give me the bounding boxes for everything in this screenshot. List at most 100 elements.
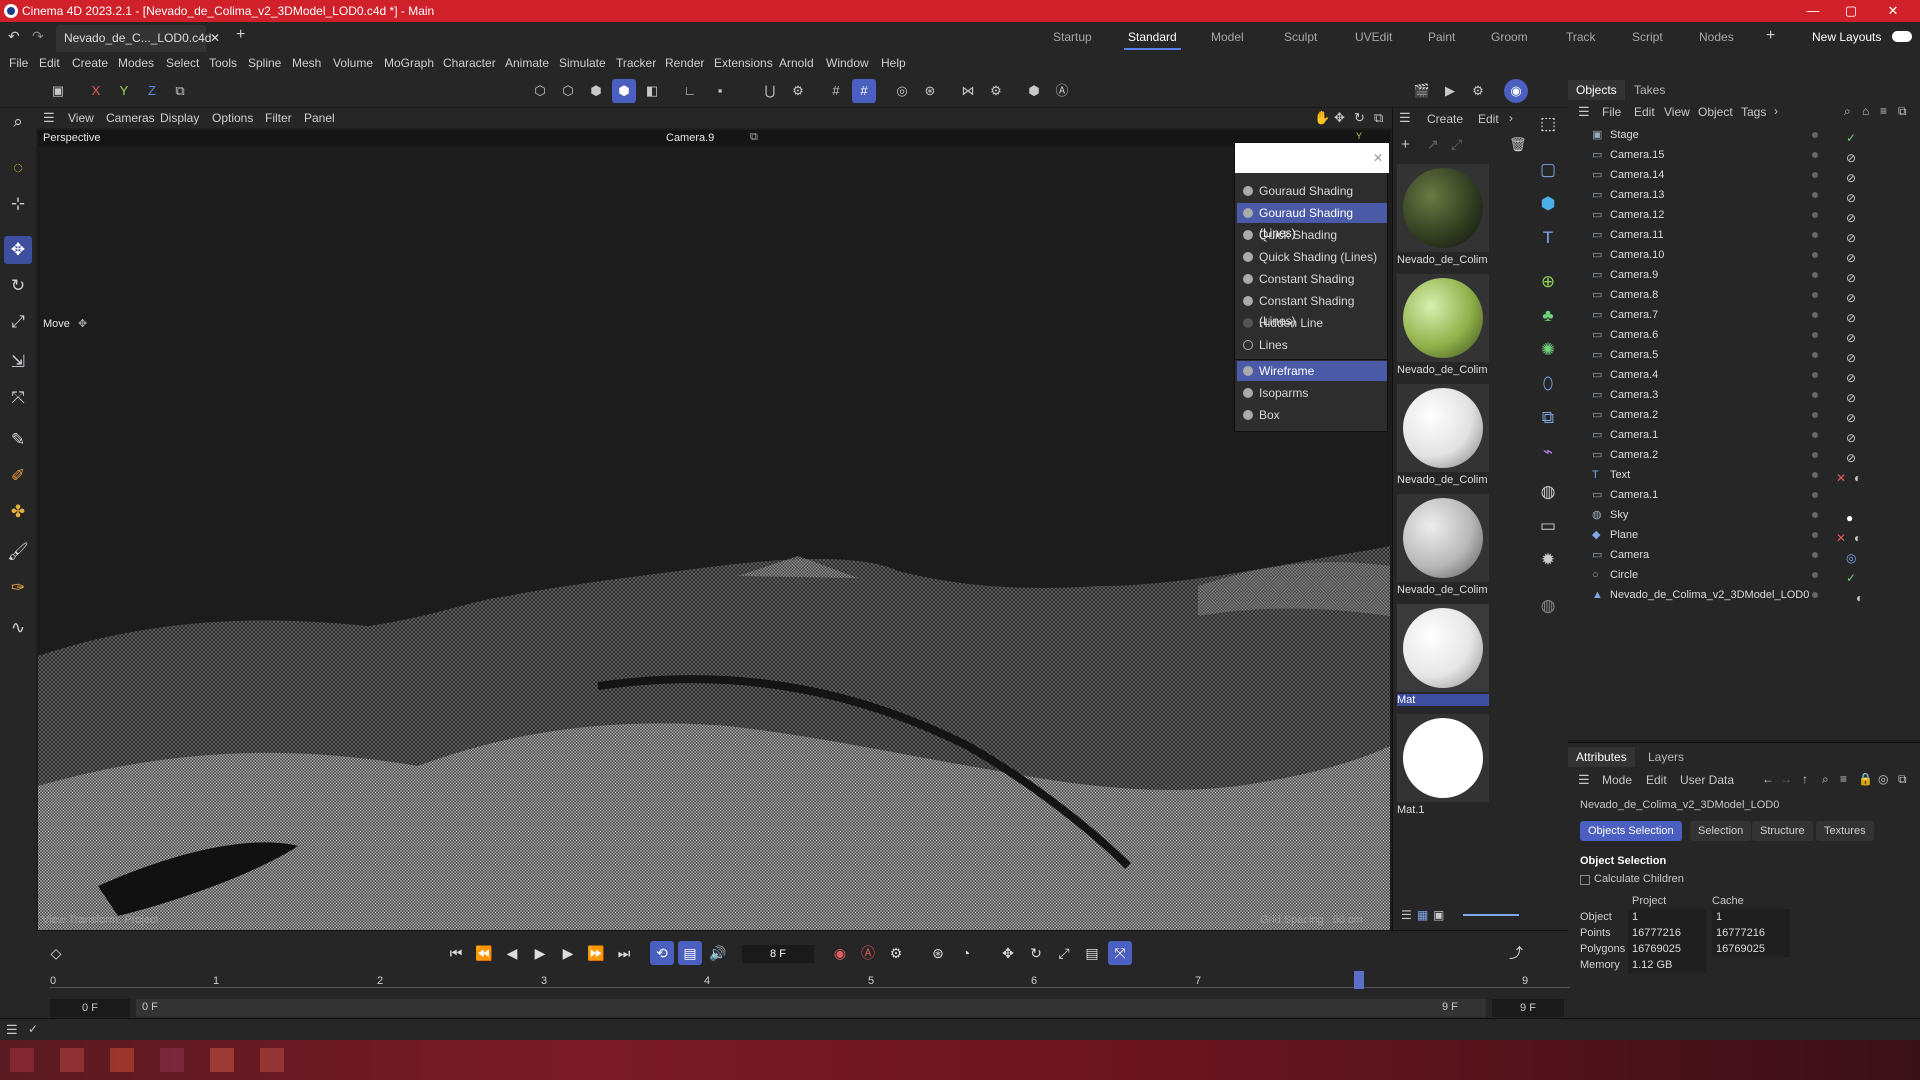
visibility-dot[interactable] bbox=[1812, 432, 1818, 438]
object-row-camera8[interactable]: ▭ Camera.8 ⊘ bbox=[1568, 285, 1920, 305]
shading-gouraud[interactable]: Gouraud Shading bbox=[1237, 181, 1387, 201]
tab-takes[interactable]: Takes bbox=[1626, 80, 1673, 100]
object-mode-icon[interactable]: ⬢ bbox=[612, 79, 636, 103]
uv-mode-icon[interactable]: ◧ bbox=[640, 79, 664, 103]
material-thumb-mat1[interactable] bbox=[1397, 714, 1489, 802]
coordinate-system-icon[interactable]: ⧉ bbox=[168, 79, 192, 103]
obj-menu-object[interactable]: Object bbox=[1698, 105, 1733, 119]
sound-icon[interactable]: 🔊 bbox=[706, 941, 730, 965]
object-search-icon[interactable]: ⌕ bbox=[1844, 104, 1851, 119]
menu-animate[interactable]: Animate bbox=[505, 56, 549, 70]
thumbnail-size-slider[interactable] bbox=[1463, 914, 1519, 916]
object-row-camera1b[interactable]: ▭ Camera.1 bbox=[1568, 485, 1920, 505]
attr-search-icon[interactable]: ⌕ bbox=[1822, 772, 1829, 787]
previous-key-icon[interactable]: ⏪ bbox=[472, 941, 496, 965]
object-menu-icon[interactable]: ☰ bbox=[1578, 104, 1590, 120]
calculate-children-checkbox[interactable] bbox=[1580, 875, 1590, 885]
lock-icon[interactable]: 🔒 bbox=[1858, 772, 1873, 786]
loop-icon[interactable]: ⟲ bbox=[650, 941, 674, 965]
object-row-camera1[interactable]: ▭ Camera.1 ⊘ bbox=[1568, 425, 1920, 445]
visibility-dot[interactable] bbox=[1812, 212, 1818, 218]
axis-z-button[interactable]: Z bbox=[140, 79, 164, 103]
object-row-plane[interactable]: ◆ Plane ✕ ◐ bbox=[1568, 525, 1920, 545]
menu-volume[interactable]: Volume bbox=[333, 56, 373, 70]
rotate-key-icon[interactable]: ↻ bbox=[1024, 941, 1048, 965]
layout-tab-track[interactable]: Track bbox=[1566, 30, 1596, 44]
visibility-dot[interactable] bbox=[1812, 532, 1818, 538]
close-icon[interactable]: ✕ bbox=[1870, 0, 1916, 22]
obj-menu-edit[interactable]: Edit bbox=[1634, 105, 1655, 119]
visibility-dot[interactable] bbox=[1812, 272, 1818, 278]
object-filter-icon[interactable]: ≡ bbox=[1880, 104, 1887, 118]
redo-icon[interactable]: ↷ bbox=[32, 28, 44, 45]
object-row-camera15[interactable]: ▭ Camera.15 ⊘ bbox=[1568, 145, 1920, 165]
object-row-camera5[interactable]: ▭ Camera.5 ⊘ bbox=[1568, 345, 1920, 365]
visibility-dot[interactable] bbox=[1812, 552, 1818, 558]
tab-attributes[interactable]: Attributes bbox=[1568, 747, 1635, 767]
shading-box[interactable]: Box bbox=[1237, 405, 1387, 425]
visibility-dot[interactable] bbox=[1812, 592, 1818, 598]
layout-tab-standard[interactable]: Standard bbox=[1124, 30, 1181, 50]
taskbar-app-icon[interactable] bbox=[260, 1048, 284, 1072]
null-object-icon[interactable]: ▢ bbox=[1534, 156, 1562, 184]
spline-smooth-icon[interactable]: ✐ bbox=[4, 462, 32, 490]
layout-tab-startup[interactable]: Startup bbox=[1053, 30, 1092, 44]
expand-menu-icon[interactable]: › bbox=[1509, 111, 1513, 125]
delete-material-icon[interactable]: 🗑 bbox=[1509, 136, 1527, 153]
menu-extensions[interactable]: Extensions bbox=[714, 56, 773, 70]
view-tool-icon[interactable]: ⬚ bbox=[1534, 110, 1562, 138]
visibility-dot[interactable] bbox=[1812, 332, 1818, 338]
material-thumb-1[interactable] bbox=[1397, 164, 1489, 252]
arnold-icon[interactable]: Ⓐ bbox=[1050, 79, 1074, 103]
end-frame-field[interactable]: 9 F bbox=[1492, 999, 1564, 1017]
viewport-menu-cameras[interactable]: Cameras bbox=[106, 111, 155, 125]
layout-tab-script[interactable]: Script bbox=[1632, 30, 1663, 44]
scale-tool-icon[interactable]: ⤢ bbox=[4, 308, 32, 336]
tab-layers[interactable]: Layers bbox=[1640, 747, 1692, 767]
list-view-icon[interactable]: ☰ bbox=[1401, 908, 1412, 922]
material-menu-edit[interactable]: Edit bbox=[1478, 112, 1499, 126]
start-frame-field[interactable]: 0 F bbox=[50, 999, 130, 1017]
object-row-stage[interactable]: ▣ Stage ✓ bbox=[1568, 125, 1920, 145]
up-arrow-icon[interactable]: ↑ bbox=[1802, 772, 1808, 786]
visibility-dot[interactable] bbox=[1812, 252, 1818, 258]
shading-constant[interactable]: Constant Shading bbox=[1237, 269, 1387, 289]
3d-viewport[interactable]: Perspective Camera.9 ⧉ Y Move ✥ View Tra… bbox=[38, 130, 1390, 930]
object-home-icon[interactable]: ⌂ bbox=[1862, 104, 1869, 118]
brush-icon[interactable]: 🖌 bbox=[4, 538, 32, 566]
visibility-dot[interactable] bbox=[1812, 492, 1818, 498]
fcurve-icon[interactable]: ⤴ bbox=[1504, 941, 1528, 965]
visibility-dot[interactable] bbox=[1812, 152, 1818, 158]
camera-link-icon[interactable]: ⧉ bbox=[750, 131, 758, 144]
forward-arrow-icon[interactable]: → bbox=[1780, 772, 1792, 786]
status-menu-icon[interactable]: ☰ bbox=[6, 1022, 18, 1038]
next-frame-icon[interactable]: ▶ bbox=[556, 941, 580, 965]
menu-mograph[interactable]: MoGraph bbox=[384, 56, 434, 70]
render-picture-viewer-icon[interactable]: ▶ bbox=[1438, 79, 1462, 103]
pla-key-icon[interactable]: ⤧ bbox=[1108, 941, 1132, 965]
shading-constant-lines[interactable]: Constant Shading (Lines) bbox=[1237, 291, 1387, 328]
pan-view-icon[interactable]: ✋ bbox=[1314, 110, 1330, 126]
light-object-icon[interactable]: ✹ bbox=[1534, 546, 1562, 574]
object-row-camera10[interactable]: ▭ Camera.10 ⊘ bbox=[1568, 245, 1920, 265]
viewport-menu-options[interactable]: Options bbox=[212, 111, 253, 125]
visibility-dot[interactable] bbox=[1812, 312, 1818, 318]
axis-mode-icon[interactable]: ∟ bbox=[678, 79, 702, 103]
playhead-marker[interactable] bbox=[1354, 971, 1364, 989]
spline-pen-icon[interactable]: ✎ bbox=[4, 426, 32, 454]
guide-tool-icon[interactable]: ∿ bbox=[4, 614, 32, 642]
visibility-dot[interactable] bbox=[1812, 132, 1818, 138]
points-mode-icon[interactable]: ⬡ bbox=[528, 79, 552, 103]
symmetry-settings-icon[interactable]: ⊛ bbox=[918, 79, 942, 103]
live-selection-icon[interactable]: ◌ bbox=[4, 154, 32, 182]
taskbar-app-icon[interactable] bbox=[10, 1048, 34, 1072]
obj-menu-more-icon[interactable]: › bbox=[1774, 104, 1778, 118]
menu-character[interactable]: Character bbox=[443, 56, 496, 70]
axis-y-button[interactable]: Y bbox=[112, 79, 136, 103]
object-row-camera3[interactable]: ▭ Camera.3 ⊘ bbox=[1568, 385, 1920, 405]
undo-icon[interactable]: ↶ bbox=[8, 28, 20, 45]
position-key-icon[interactable]: ⊛ bbox=[926, 941, 950, 965]
menu-select[interactable]: Select bbox=[166, 56, 199, 70]
taskbar-app-icon[interactable] bbox=[160, 1048, 184, 1072]
visibility-dot[interactable] bbox=[1812, 512, 1818, 518]
